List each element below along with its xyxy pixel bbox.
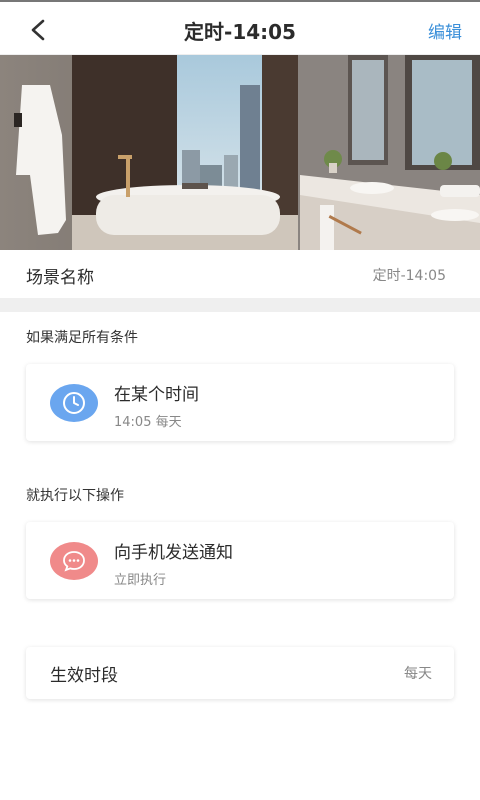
scene-name-label: 场景名称: [26, 268, 94, 288]
page-title: 定时-14:05: [184, 20, 296, 44]
effective-period-value: 每天: [404, 666, 432, 682]
top-bar: 定时-14:05 编辑: [0, 0, 480, 55]
conditions-section-title: 如果满足所有条件: [26, 330, 138, 346]
section-divider: [0, 298, 480, 312]
action-title: 向手机发送通知: [114, 543, 233, 563]
effective-period-row[interactable]: 生效时段 每天: [26, 647, 454, 699]
actions-section-title: 就执行以下操作: [26, 488, 124, 504]
scene-name-value: 定时-14:05: [372, 268, 446, 284]
clock-icon: [50, 384, 98, 422]
scene-name-row[interactable]: 场景名称 定时-14:05: [0, 250, 480, 298]
edit-button[interactable]: 编辑: [428, 18, 462, 43]
condition-subtitle: 14:05 每天: [114, 415, 182, 430]
effective-period-label: 生效时段: [50, 666, 118, 686]
chat-bubble-icon: [50, 542, 98, 580]
scene-cover-image: [0, 55, 480, 250]
condition-title: 在某个时间: [114, 385, 199, 405]
condition-card[interactable]: 在某个时间 14:05 每天: [26, 364, 454, 441]
action-card[interactable]: 向手机发送通知 立即执行: [26, 522, 454, 599]
action-subtitle: 立即执行: [114, 573, 167, 588]
